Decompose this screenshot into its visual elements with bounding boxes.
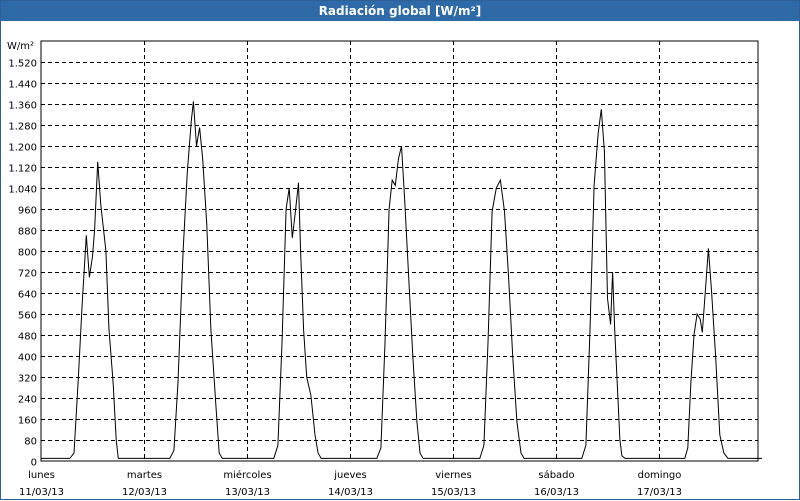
x-tick-date: 17/03/13 [637, 487, 682, 498]
y-tick-label: 240 [18, 395, 37, 406]
y-tick-label: 960 [18, 206, 37, 217]
y-tick-label: 1.120 [8, 164, 37, 175]
y-axis-label: W/m² [7, 41, 34, 52]
y-ticks: 0 80 160 240 320 400 480 560 640 720 800 880 960 1.04… [8, 59, 37, 469]
y-tick-label: 0 [31, 458, 37, 469]
y-tick-label: 640 [18, 290, 37, 301]
x-tick-day: lunes [28, 470, 55, 481]
x-tick-day: sábado [538, 469, 574, 481]
y-tick-label: 80 [24, 437, 37, 448]
y-tick-label: 480 [18, 332, 37, 343]
x-tick-day: martes [127, 470, 162, 481]
x-tick-day: domingo [638, 470, 682, 481]
y-tick-label: 400 [18, 353, 37, 364]
x-ticks: lunes 11/03/13 martes 12/03/13 miércoles 13/0… [19, 469, 682, 498]
y-tick-label: 160 [18, 416, 37, 427]
series-line [41, 101, 762, 459]
x-tick-date: 12/03/13 [122, 487, 167, 498]
x-tick-date: 11/03/13 [19, 487, 64, 498]
x-tick-date: 15/03/13 [431, 487, 476, 498]
y-tick-label: 1.440 [8, 80, 37, 91]
x-tick-day: viernes [435, 470, 471, 481]
y-tick-label: 800 [18, 248, 37, 259]
y-tick-label: 880 [18, 227, 37, 238]
y-tick-label: 320 [18, 374, 37, 385]
x-tick-date: 14/03/13 [328, 487, 373, 498]
x-tick-day: miércoles [223, 469, 271, 481]
y-tick-label: 1.520 [8, 59, 37, 70]
y-tick-label: 1.280 [8, 122, 37, 133]
x-tick-date: 16/03/13 [534, 487, 579, 498]
y-tick-label: 1.040 [8, 185, 37, 196]
y-tick-label: 1.360 [8, 101, 37, 112]
grid-layer [41, 41, 758, 461]
y-tick-label: 720 [18, 269, 37, 280]
x-tick-date: 13/03/13 [225, 487, 270, 498]
y-tick-label: 1.200 [8, 143, 37, 154]
x-tick-day: jueves [333, 470, 367, 481]
chart-window: Radiación global [W/m²] W/m² 0 80 160 240 32… [0, 0, 800, 500]
chart-plot: W/m² 0 80 160 240 320 400 480 560 640 720 800 880 96… [7, 40, 762, 498]
series-layer [41, 101, 762, 459]
y-tick-label: 560 [18, 311, 37, 322]
